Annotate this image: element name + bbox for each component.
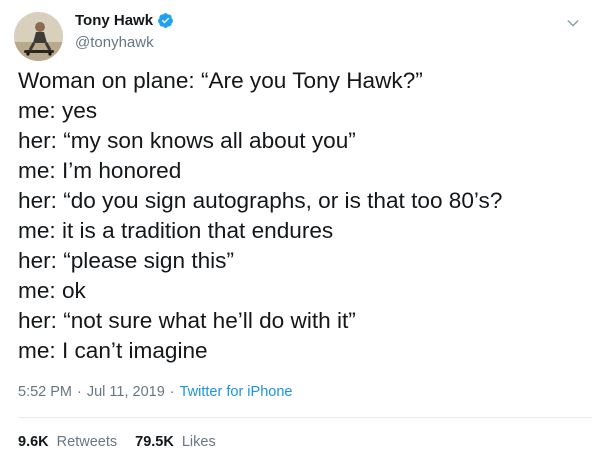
tweet-line: her: “my son knows all about you” bbox=[18, 128, 356, 153]
tweet-text: Woman on plane: “Are you Tony Hawk?” me:… bbox=[18, 66, 592, 366]
meta-separator: · bbox=[169, 384, 175, 400]
tweet-meta: 5:52 PM · Jul 11, 2019 · Twitter for iPh… bbox=[18, 384, 292, 400]
tweet-line: her: “please sign this” bbox=[18, 248, 234, 273]
display-name[interactable]: Tony Hawk bbox=[75, 12, 153, 29]
tweet-stats: 9.6K Retweets 79.5K Likes bbox=[18, 434, 234, 450]
tweet-line: me: ok bbox=[18, 278, 86, 303]
tweet-line: me: it is a tradition that endures bbox=[18, 218, 334, 243]
tweet-line: her: “not sure what he’ll do with it” bbox=[18, 308, 356, 333]
likes-label: Likes bbox=[181, 434, 216, 450]
likes-stat[interactable]: 79.5K Likes bbox=[135, 434, 216, 450]
user-handle[interactable]: @tonyhawk bbox=[75, 34, 154, 51]
likes-count: 79.5K bbox=[135, 434, 174, 450]
avatar[interactable] bbox=[14, 12, 63, 61]
tweet-line: me: I can’t imagine bbox=[18, 338, 208, 363]
retweets-count: 9.6K bbox=[18, 434, 49, 450]
tweet-line: me: yes bbox=[18, 98, 98, 123]
verified-badge-icon bbox=[157, 12, 174, 29]
tweet-line: her: “do you sign autographs, or is that… bbox=[18, 188, 503, 213]
tweet-line: Woman on plane: “Are you Tony Hawk?” bbox=[18, 68, 423, 93]
chevron-down-icon[interactable] bbox=[562, 12, 584, 34]
author-name-row[interactable]: Tony Hawk bbox=[75, 12, 174, 29]
retweets-label: Retweets bbox=[56, 434, 118, 450]
tweet-line: me: I’m honored bbox=[18, 158, 182, 183]
tweet-date[interactable]: Jul 11, 2019 bbox=[87, 384, 165, 400]
divider bbox=[18, 417, 592, 418]
avatar-image bbox=[14, 12, 63, 61]
tweet-card: Tony Hawk @tonyhawk Woman on plane: “Are… bbox=[0, 0, 606, 460]
tweet-source-link[interactable]: Twitter for iPhone bbox=[180, 384, 293, 400]
tweet-time[interactable]: 5:52 PM bbox=[18, 384, 72, 400]
retweets-stat[interactable]: 9.6K Retweets bbox=[18, 434, 117, 450]
meta-separator: · bbox=[77, 384, 82, 400]
